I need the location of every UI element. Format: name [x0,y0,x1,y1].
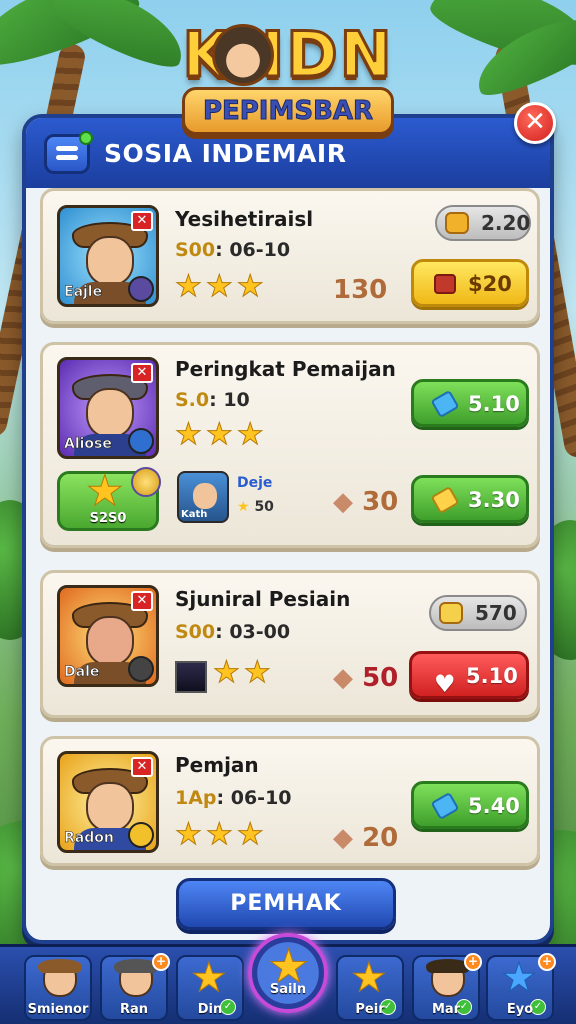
tab-sailn[interactable]: ★ Sailn [248,933,328,1013]
menu-icon[interactable] [44,131,93,174]
logo-title: KHDN [181,17,394,93]
plus-icon: + [464,953,482,971]
gem-icon [430,791,460,821]
primary-action-button[interactable]: PEMHAK [176,878,396,930]
currency-pill: 570 [429,595,527,631]
tab-ran[interactable]: + Ran [100,953,170,1021]
player-name: Peringkat Pemaijan [175,357,396,381]
buy-button[interactable]: ♥ 5.10 [409,651,529,699]
remove-icon[interactable]: ✕ [131,363,153,383]
medal-icon [439,602,463,624]
tab-peir[interactable]: ★ ✓ Peir [336,955,404,1021]
coin-icon [131,467,161,497]
buy-button[interactable]: 5.40 [411,781,529,829]
player-portrait[interactable]: ✕ Eajle [57,205,159,307]
rating-stars: ★★★ [175,269,268,305]
player-portrait[interactable]: ✕ Radon [57,751,159,853]
player-name: Yesihetiraisl [175,207,314,231]
star-icon: ★ [86,466,125,516]
rank-badge-icon [128,428,154,454]
gift-icon [445,212,469,234]
portrait-name: Dale [64,664,100,681]
player-stat: S00: 03-00 [175,621,291,643]
rank-badge-icon [128,822,154,848]
buy-button[interactable]: $20 [411,259,529,307]
rank-badge-icon [128,656,154,682]
buy-button[interactable]: 3.30 [411,475,529,523]
player-card: ✕ Eajle Yesihetiraisl S00: 06-10 ★★★ 130… [40,188,540,324]
remove-icon[interactable]: ✕ [131,757,153,777]
buy-button[interactable]: 5.10 [411,379,529,427]
ticket-icon [430,485,460,515]
portrait-name: Aliose [64,436,112,453]
player-name: Pemjan [175,753,259,777]
empty-slot [175,661,207,693]
player-stat: 1Ap: 06-10 [175,787,292,809]
rating-stars: ★★ [213,655,275,691]
portrait-name: Radon [64,830,114,847]
player-card: ✕ Dale Sjuniral Pesiain S00: 03-00 ★★ ◆ … [40,570,540,718]
rating-stars: ★★★ [175,817,268,853]
player-card: ✕ Radon Pemjan 1Ap: 06-10 ★★★ ◆ 20 5.40 [40,736,540,866]
gem-icon [430,389,460,419]
plus-icon: + [538,953,556,971]
tab-eyo[interactable]: ★ + ✓ Eyo [486,953,556,1021]
logo-avatar [212,24,274,86]
remove-icon[interactable]: ✕ [131,211,153,231]
panel-title: SOSIA INDEMAIR [104,139,347,168]
player-stat: S.0: 10 [175,389,250,411]
score-value: 130 [333,275,388,305]
rating-stars: ★★★ [175,417,268,453]
close-button[interactable]: ✕ [514,102,556,144]
score-value: ◆ 50 [333,663,399,693]
tab-mar[interactable]: + ✓ Mar [412,953,482,1021]
friend-name: Deje [237,475,273,491]
game-logo: KHDN PEPIMSBAR [0,17,576,135]
player-portrait[interactable]: ✕ Dale [57,585,159,687]
star-icon: ★ [191,955,228,1002]
leaderboard-panel: SOSIA INDEMAIR ✕ Eajle Yesihetiraisl S00… [22,114,554,944]
logo-subtitle: PEPIMSBAR [181,87,395,135]
star-icon: ★ [351,955,388,1002]
score-value: ◆ 20 [333,823,399,853]
player-portrait[interactable]: ✕ Aliose [57,357,159,459]
score-value: ◆ 30 [333,487,399,517]
friend-score: ★ 50 [237,499,274,515]
friend-avatar[interactable]: Kath [177,471,229,523]
bottom-tab-bar: Smienor + Ran ★ ✓ Din ★ Sailn ★ ✓ Peir +… [0,933,576,1024]
player-card: ✕ Aliose Peringkat Pemaijan S.0: 10 ★★★ … [40,342,540,548]
chest-icon [434,274,456,294]
remove-icon[interactable]: ✕ [131,591,153,611]
rank-badge-icon [128,276,154,302]
currency-pill: 2.20 [435,205,531,241]
portrait-name: Eajle [64,284,103,301]
player-stat: S00: 06-10 [175,239,291,261]
tab-smienor[interactable]: Smienor [24,955,92,1021]
star-icon: ★ [501,955,538,1002]
plus-icon: + [152,953,170,971]
tab-din[interactable]: ★ ✓ Din [176,955,244,1021]
heart-icon: ♥ [434,670,456,698]
player-name: Sjuniral Pesiain [175,587,351,611]
